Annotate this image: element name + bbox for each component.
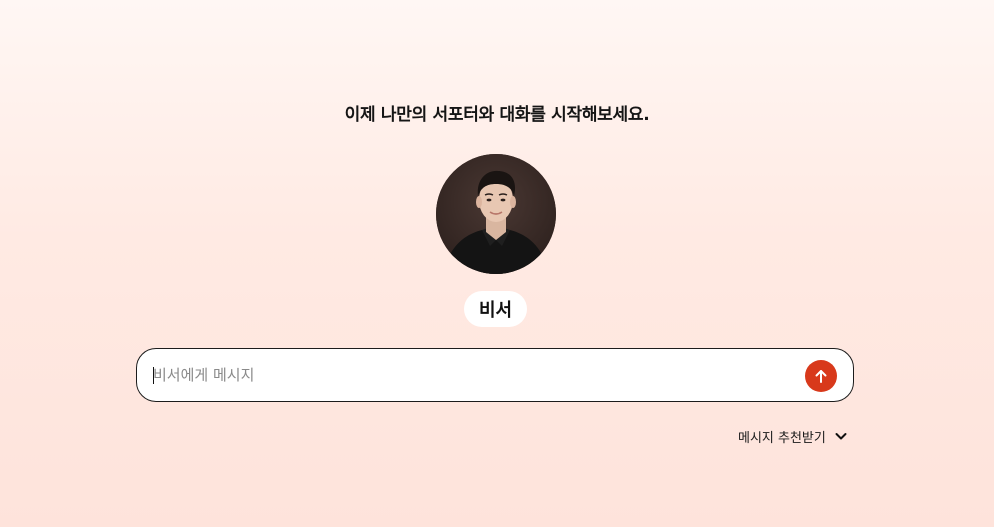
chevron-down-icon [835,433,847,440]
avatar-portrait [436,154,556,274]
avatar [436,154,556,274]
message-composer [136,348,854,402]
page-title: 이제 나만의 서포터와 대화를 시작해보세요. [344,105,650,125]
message-input[interactable] [153,349,793,401]
message-suggestions-label: 메시지 추천받기 [738,430,826,446]
assistant-name-badge: 비서 [464,291,527,327]
send-button[interactable] [805,360,837,392]
arrow-up-icon [815,370,827,383]
message-suggestions-toggle[interactable]: 메시지 추천받기 [738,426,848,446]
